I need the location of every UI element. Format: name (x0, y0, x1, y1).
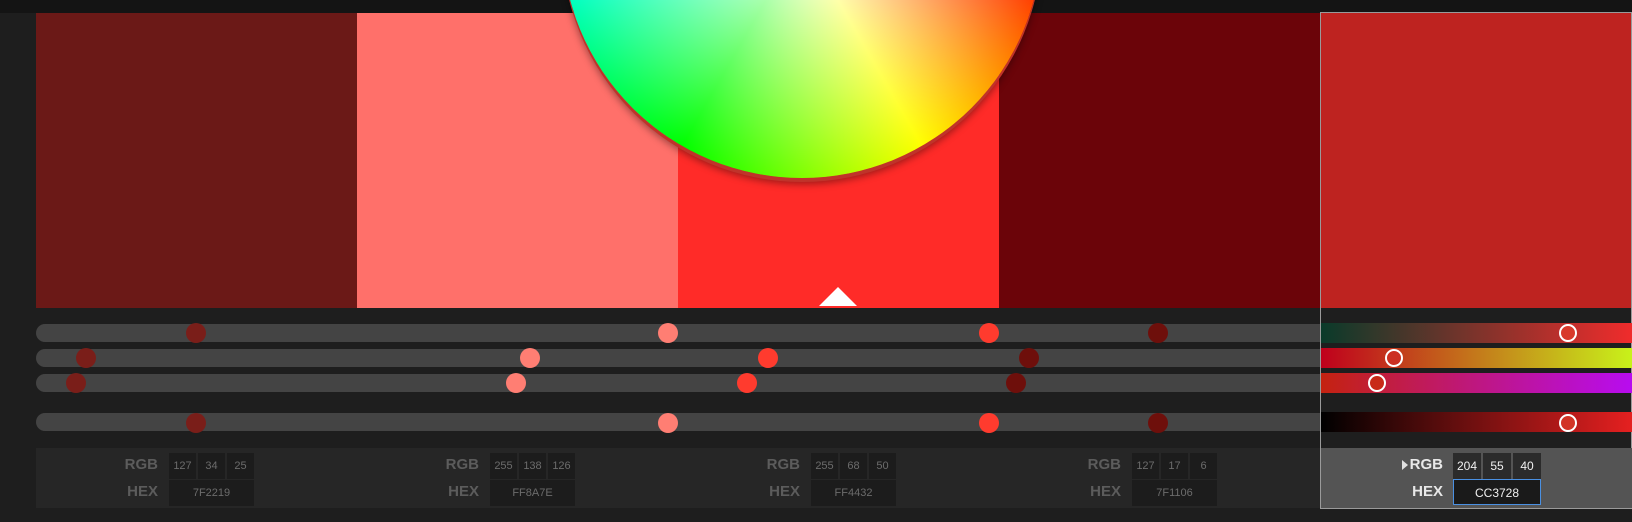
r-field[interactable]: 204 (1453, 453, 1481, 479)
hex-field[interactable]: 7F1106 (1132, 480, 1217, 506)
r-field[interactable]: 255 (811, 453, 838, 479)
hex-field[interactable]: FF4432 (811, 480, 896, 506)
b-field[interactable]: 25 (227, 453, 254, 479)
slider-handle[interactable] (1148, 413, 1168, 433)
b-field[interactable]: 126 (548, 453, 575, 479)
rgb-label: RGB (1087, 456, 1121, 473)
rgb-label: RGB (1409, 456, 1443, 473)
slider-handle[interactable] (520, 348, 540, 368)
hex-field[interactable]: 7F2219 (169, 480, 254, 506)
g-field[interactable]: 55 (1483, 453, 1511, 479)
slider-handle[interactable] (186, 413, 206, 433)
r-field[interactable]: 127 (1132, 453, 1159, 479)
rgb-label: RGB (766, 456, 800, 473)
slider-handle[interactable] (737, 373, 757, 393)
color-info-2: RGB 255 138 126 HEX FF8A7E (357, 448, 678, 508)
hex-label: HEX (127, 483, 158, 500)
gradient-slider-2[interactable] (1321, 348, 1632, 368)
gradient-slider-1[interactable] (1321, 323, 1632, 343)
selected-color-info: RGB 204 55 40 HEX CC3728 (1321, 448, 1632, 508)
g-field[interactable]: 138 (519, 453, 546, 479)
slider-track-2[interactable] (36, 349, 1320, 367)
g-field[interactable]: 68 (840, 453, 867, 479)
expand-arrow-icon[interactable] (1402, 460, 1408, 470)
selected-swatch-frame (1320, 12, 1632, 509)
gradient-slider-4[interactable] (1321, 412, 1632, 432)
slider-handle[interactable] (979, 323, 999, 343)
slider-handle[interactable] (979, 413, 999, 433)
rgb-label: RGB (445, 456, 479, 473)
slider-handle[interactable] (66, 373, 86, 393)
r-field[interactable]: 127 (169, 453, 196, 479)
slider-handle[interactable] (758, 348, 778, 368)
b-field[interactable]: 40 (1513, 453, 1541, 479)
slider-handle[interactable] (76, 348, 96, 368)
swatch-1[interactable] (36, 13, 357, 308)
rgb-label: RGB (124, 456, 158, 473)
hex-label: HEX (448, 483, 479, 500)
slider-handle[interactable] (506, 373, 526, 393)
b-field[interactable]: 50 (869, 453, 896, 479)
base-color-indicator-icon[interactable] (819, 287, 857, 306)
r-field[interactable]: 255 (490, 453, 517, 479)
color-info-4: RGB 127 17 6 HEX 7F1106 (999, 448, 1320, 508)
slider-handle[interactable] (1148, 323, 1168, 343)
hex-input[interactable]: CC3728 (1453, 479, 1541, 505)
hex-label: HEX (1412, 483, 1443, 500)
slider-handle[interactable] (658, 323, 678, 343)
slider-track-4[interactable] (36, 413, 1320, 431)
g-field[interactable]: 17 (1161, 453, 1188, 479)
slider-handle[interactable] (186, 323, 206, 343)
color-info-1: RGB 127 34 25 HEX 7F2219 (36, 448, 357, 508)
swatch-4[interactable] (999, 13, 1321, 308)
slider-handle[interactable] (1006, 373, 1026, 393)
slider-handle[interactable] (658, 413, 678, 433)
slider-track-1[interactable] (36, 324, 1320, 342)
selected-slider-knob[interactable] (1559, 414, 1577, 432)
hex-field[interactable]: FF8A7E (490, 480, 575, 506)
selected-slider-knob[interactable] (1385, 349, 1403, 367)
hex-label: HEX (1090, 483, 1121, 500)
color-info-3: RGB 255 68 50 HEX FF4432 (678, 448, 999, 508)
g-field[interactable]: 34 (198, 453, 225, 479)
selected-slider-knob[interactable] (1559, 324, 1577, 342)
slider-handle[interactable] (1019, 348, 1039, 368)
selected-slider-knob[interactable] (1368, 374, 1386, 392)
b-field[interactable]: 6 (1190, 453, 1217, 479)
hex-label: HEX (769, 483, 800, 500)
slider-track-3[interactable] (36, 374, 1320, 392)
